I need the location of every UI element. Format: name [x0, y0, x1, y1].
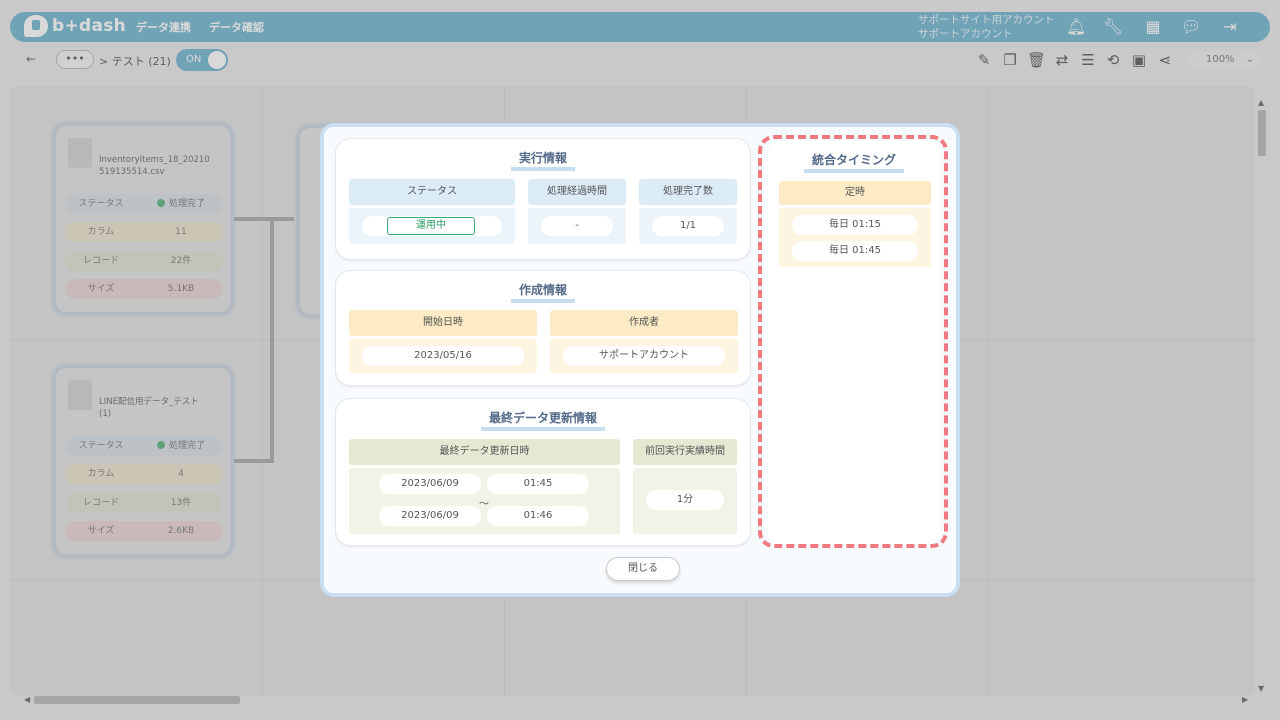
from-time: 01:45 [487, 474, 589, 494]
to-date: 2023/06/09 [379, 506, 481, 526]
execution-info-panel: 実行情報 ステータス 処理経過時間 処理完了数 運用中 - 1/1 [336, 139, 750, 259]
to-time: 01:46 [487, 506, 589, 526]
count-value: 1/1 [652, 216, 724, 236]
header-status: ステータス [349, 179, 515, 205]
header-start: 開始日時 [349, 310, 537, 336]
header-last-update: 最終データ更新日時 [349, 439, 620, 465]
creator-name: サポートアカウント [563, 346, 725, 366]
status-pill: 運用中 [362, 216, 502, 236]
range-tilde: ～ [479, 499, 489, 510]
from-date: 2023/06/09 [379, 474, 481, 494]
header-duration: 前回実行実績時間 [633, 439, 737, 465]
start-cell: 2023/05/16 [349, 339, 537, 373]
status-cell: 運用中 [349, 208, 515, 244]
close-button[interactable]: 閉じる [606, 557, 680, 581]
last-update-panel: 最終データ更新情報 最終データ更新日時 前回実行実績時間 2023/06/09 … [336, 399, 750, 545]
panel-title: 最終データ更新情報 [336, 411, 750, 431]
panel-title-text: 最終データ更新情報 [480, 411, 605, 431]
panel-title-text: 作成情報 [510, 283, 575, 303]
creator-cell: サポートアカウント [550, 339, 738, 373]
status-badge: 運用中 [387, 217, 475, 235]
header-count: 処理完了数 [639, 179, 737, 205]
count-cell: 1/1 [639, 208, 737, 244]
last-update-cell: 2023/06/09 01:45 ～ 2023/06/09 01:46 [349, 468, 620, 534]
creation-info-panel: 作成情報 開始日時 作成者 2023/05/16 サポートアカウント [336, 271, 750, 385]
header-elapsed: 処理経過時間 [528, 179, 626, 205]
panel-title: 作成情報 [336, 283, 750, 303]
elapsed-value: - [541, 216, 613, 236]
duration-cell: 1分 [633, 468, 737, 534]
panel-title: 実行情報 [336, 151, 750, 171]
header-creator: 作成者 [550, 310, 738, 336]
highlight-frame [758, 135, 948, 548]
duration-value: 1分 [646, 490, 724, 510]
start-date: 2023/05/16 [362, 346, 524, 366]
elapsed-cell: - [528, 208, 626, 244]
panel-title-text: 実行情報 [510, 151, 575, 171]
